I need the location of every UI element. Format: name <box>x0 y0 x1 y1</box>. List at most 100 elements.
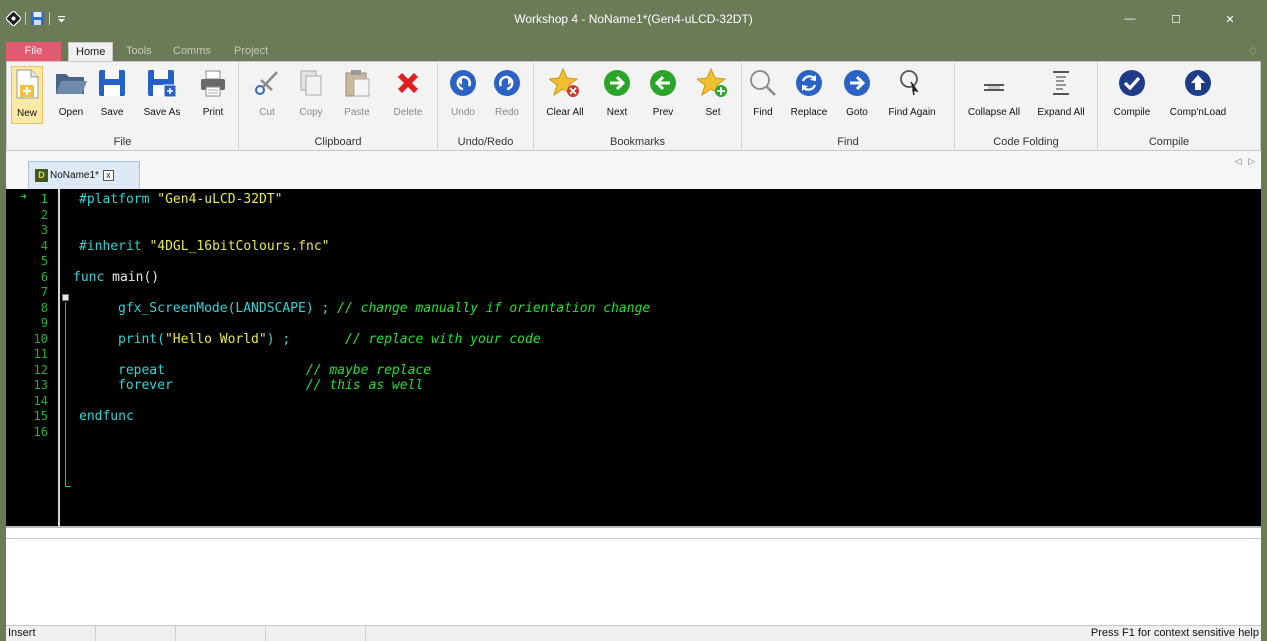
expand-all-button[interactable]: Expand All <box>1031 66 1091 124</box>
redo-icon <box>490 66 524 100</box>
code-string: "Gen4-uLCD-32DT" <box>157 192 283 207</box>
redo-button[interactable]: Redo <box>488 66 526 124</box>
document-close-icon[interactable]: x <box>102 170 114 181</box>
document-tab-strip: D NoName1* x ◁ ▷ <box>6 151 1261 189</box>
paste-button[interactable]: Paste <box>339 66 375 124</box>
line-number: 14 <box>33 393 48 408</box>
bookmark-set-icon <box>696 66 730 100</box>
clear-all-bookmarks-button[interactable]: Clear All <box>540 66 590 124</box>
group-bookmarks: Clear All Next Prev Set Bookmarks <box>534 62 742 150</box>
expand-all-icon <box>1044 66 1078 100</box>
fold-toggle-icon[interactable] <box>62 294 69 301</box>
line-number: 7 <box>40 285 48 299</box>
ribbon: New Open Save Save As Print File Cut Cop… <box>6 61 1261 151</box>
fold-guide-end <box>65 486 71 487</box>
compile-load-label: Comp'nLoad <box>1169 107 1227 118</box>
set-bookmark-button[interactable]: Set <box>694 66 732 124</box>
code-string: "Hello World" <box>164 331 267 347</box>
delete-button[interactable]: Delete <box>387 66 429 124</box>
collapse-all-label: Collapse All <box>967 107 1021 118</box>
copy-button[interactable]: Copy <box>293 66 329 124</box>
scissors-icon <box>250 66 284 100</box>
document-tab[interactable]: D NoName1* x <box>28 161 140 189</box>
line-number: 6 <box>40 269 48 284</box>
new-label: New <box>16 108 37 119</box>
cut-button[interactable]: Cut <box>249 66 285 124</box>
ribbon-help-icon[interactable]: ◇ <box>1249 44 1257 57</box>
line-number: 12 <box>33 362 48 377</box>
copy-label: Copy <box>299 107 323 118</box>
window-title: Workshop 4 - NoName1*(Gen4-uLCD-32DT) <box>514 12 753 26</box>
output-pane[interactable] <box>6 526 1261 625</box>
code-identifier: main() <box>112 269 160 285</box>
compile-button[interactable]: Compile <box>1110 66 1154 124</box>
code-editor[interactable]: ➜ 1 2 3 4 5 6 7 8 9 10 11 12 13 14 15 16… <box>6 189 1261 526</box>
group-label-code-folding: Code Folding <box>993 136 1059 148</box>
code-line: repeat // maybe replace <box>79 363 1249 379</box>
code-comment: // maybe replace <box>305 362 432 378</box>
find-button[interactable]: Find <box>746 66 780 124</box>
tab-file[interactable]: File <box>6 42 61 61</box>
replace-button[interactable]: Replace <box>786 66 832 124</box>
line-number: 9 <box>40 316 48 330</box>
tab-scroll-arrows-icon[interactable]: ◁ ▷ <box>1235 156 1257 167</box>
code-line: endfunc <box>79 409 1249 425</box>
group-label-bookmarks: Bookmarks <box>609 136 666 148</box>
code-keyword: func <box>73 269 113 285</box>
print-button[interactable]: Print <box>193 66 233 124</box>
status-cell <box>266 626 366 641</box>
code-line: func main() <box>73 270 1249 286</box>
find-again-icon <box>895 66 929 100</box>
code-line: print("Hello World") ; // replace with y… <box>79 332 1249 348</box>
compile-load-button[interactable]: Comp'nLoad <box>1168 66 1228 124</box>
save-icon <box>95 66 129 100</box>
save-button[interactable]: Save <box>93 66 131 124</box>
group-label-clipboard: Clipboard <box>314 136 362 148</box>
find-again-button[interactable]: Find Again <box>882 66 942 124</box>
minimize-icon: — <box>1124 13 1136 25</box>
goto-icon <box>840 66 874 100</box>
code-keyword: endfunc <box>79 409 134 424</box>
replace-icon <box>792 66 826 100</box>
tab-home[interactable]: Home <box>68 42 114 61</box>
collapse-all-button[interactable]: Collapse All <box>961 66 1027 124</box>
set-label: Set <box>705 107 721 118</box>
undo-button[interactable]: Undo <box>444 66 482 124</box>
print-label: Print <box>202 107 224 118</box>
tab-tools[interactable]: Tools <box>119 42 159 61</box>
group-clipboard: Cut Copy Paste Delete Clipboard <box>239 62 438 150</box>
prev-bookmark-button[interactable]: Prev <box>644 66 682 124</box>
copy-icon <box>294 66 328 100</box>
delete-label: Delete <box>393 107 423 118</box>
tab-project[interactable]: Project <box>227 42 275 61</box>
line-number-gutter: ➜ 1 2 3 4 5 6 7 8 9 10 11 12 13 14 15 16 <box>6 189 50 526</box>
code-statement: repeat <box>118 362 306 378</box>
minimize-button[interactable]: — <box>1107 4 1153 34</box>
expand-all-label: Expand All <box>1037 107 1085 118</box>
output-area[interactable] <box>6 538 1261 625</box>
close-button[interactable]: ✕ <box>1207 4 1253 34</box>
maximize-button[interactable]: ☐ <box>1153 4 1199 34</box>
save-as-icon <box>145 66 179 100</box>
close-icon: ✕ <box>1225 13 1235 26</box>
open-button[interactable]: Open <box>51 66 91 124</box>
line-number: 3 <box>40 223 48 237</box>
line-number: 13 <box>33 378 48 392</box>
status-help-text: Press F1 for context sensitive help <box>1090 627 1259 639</box>
goto-button[interactable]: Goto <box>838 66 876 124</box>
code-statement: gfx_ScreenMode(LANDSCAPE) ; <box>118 300 338 316</box>
code-line: #platform "Gen4-uLCD-32DT" <box>79 192 1249 208</box>
next-bookmark-button[interactable]: Next <box>598 66 636 124</box>
save-as-button[interactable]: Save As <box>139 66 185 124</box>
tab-comms[interactable]: Comms <box>166 42 218 61</box>
line-number: 1 <box>40 192 48 206</box>
status-cell <box>96 626 176 641</box>
code-line: forever // this as well <box>79 378 1249 394</box>
new-button[interactable]: New <box>11 66 43 124</box>
code-text-area[interactable]: #platform "Gen4-uLCD-32DT" #inherit "4DG… <box>73 189 1249 440</box>
bookmark-next-icon <box>600 66 634 100</box>
line-number: 2 <box>40 207 48 222</box>
bookmark-clear-icon <box>548 66 582 100</box>
code-comment: // replace with your code <box>345 331 541 347</box>
